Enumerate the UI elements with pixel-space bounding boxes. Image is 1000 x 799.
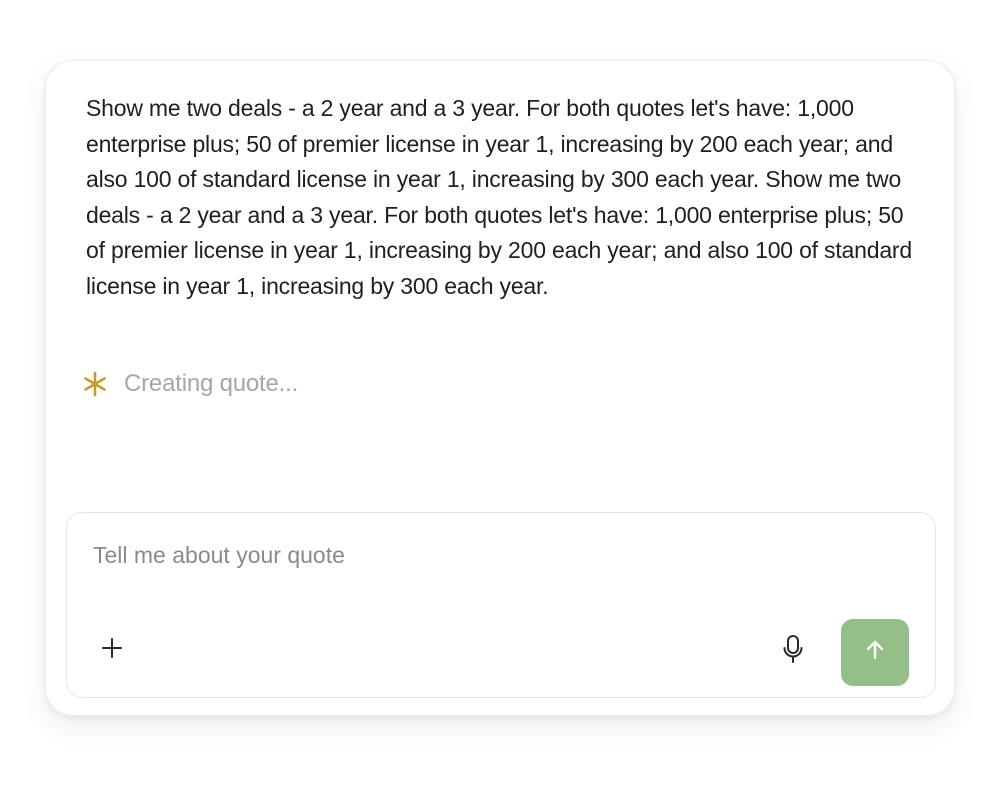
chat-card: Show me two deals - a 2 year and a 3 yea… (45, 60, 955, 716)
status-text: Creating quote... (124, 370, 299, 397)
microphone-button[interactable] (777, 633, 809, 669)
add-button[interactable] (97, 635, 127, 665)
send-button[interactable] (841, 619, 909, 686)
composer (66, 512, 936, 698)
status-indicator: Creating quote... (82, 364, 298, 404)
microphone-icon (781, 634, 805, 669)
arrow-up-icon (863, 638, 887, 667)
plus-icon (100, 636, 124, 665)
user-message: Show me two deals - a 2 year and a 3 yea… (86, 95, 912, 299)
quote-input[interactable] (93, 537, 893, 573)
asterisk-spinner-icon (82, 371, 108, 397)
